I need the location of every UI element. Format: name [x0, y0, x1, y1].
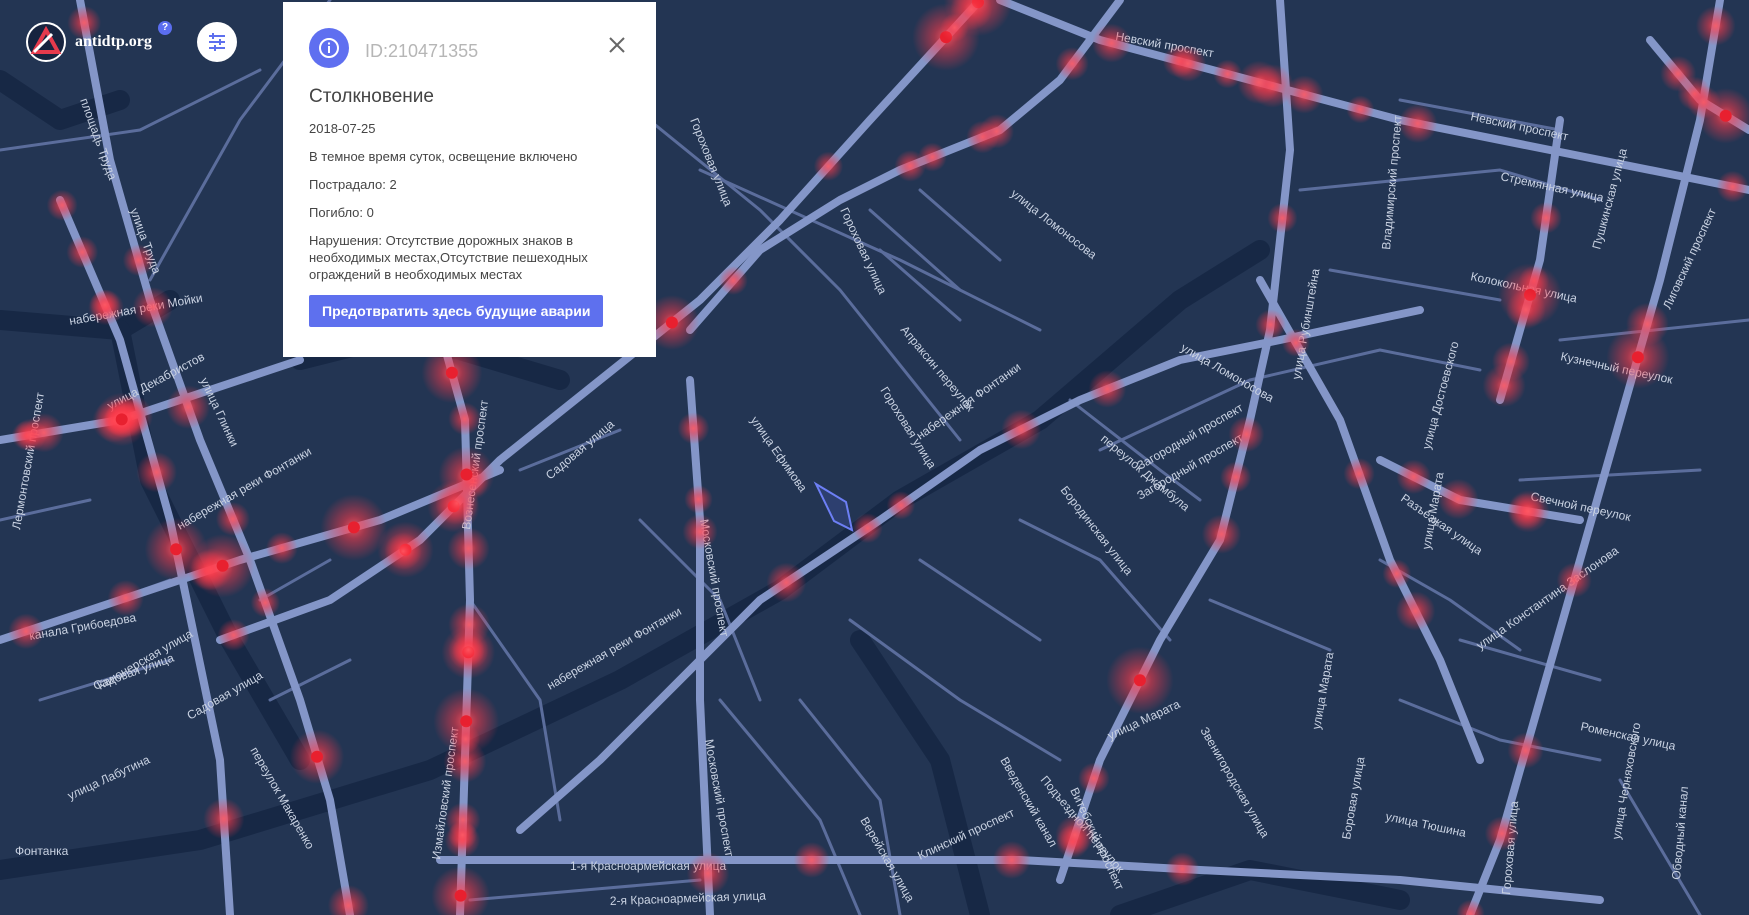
accident-hotspot[interactable] [1267, 203, 1298, 234]
accident-id: ID:210471355 [365, 40, 479, 61]
accident-hotspot[interactable] [1343, 457, 1375, 490]
close-icon[interactable] [608, 36, 626, 54]
accident-date: 2018-07-25 [309, 121, 376, 136]
accident-hotspot[interactable] [8, 613, 44, 650]
filter-button[interactable] [197, 22, 237, 62]
accident-hotspot-core [115, 413, 128, 426]
accident-hotspot[interactable] [1088, 370, 1127, 408]
accident-hotspot[interactable] [992, 841, 1031, 879]
accident-hotspot[interactable] [448, 629, 489, 671]
accident-hotspot[interactable] [1001, 409, 1042, 450]
accident-hotspot-core [1133, 674, 1146, 687]
accident-hotspot[interactable] [766, 562, 807, 603]
accident-hotspot[interactable] [107, 580, 144, 617]
accident-hotspot[interactable] [1220, 461, 1252, 493]
accident-popup: ID:210471355 Столкновение 2018-07-25 В т… [283, 2, 656, 357]
accident-hotspot[interactable] [447, 527, 490, 570]
accident-hotspot[interactable] [447, 820, 478, 850]
accident-hotspot[interactable] [122, 244, 155, 277]
accident-hotspot[interactable] [1507, 732, 1544, 769]
accident-hotspot[interactable] [1255, 309, 1286, 341]
accident-hotspot[interactable] [1395, 591, 1436, 631]
accident-hotspot[interactable] [1530, 202, 1562, 234]
accident-hotspot[interactable] [450, 724, 481, 754]
accident-hotspot[interactable] [203, 798, 245, 840]
accident-hotspot[interactable] [1228, 416, 1265, 453]
accident-type: Столкновение [309, 86, 434, 107]
violations-text: Нарушения: Отсутствие дорожных знаков в … [309, 233, 588, 282]
accident-hotspot[interactable] [1201, 514, 1242, 554]
accident-hotspot[interactable] [718, 266, 748, 295]
sliders-icon [209, 33, 225, 51]
accident-hotspot[interactable] [1055, 47, 1089, 81]
street-label: Фонтанка [15, 844, 69, 858]
accident-hotspot[interactable] [1437, 478, 1479, 520]
killed-count: Погибло: 0 [309, 205, 374, 220]
accident-hotspot[interactable] [136, 451, 177, 493]
accident-hotspot[interactable] [217, 619, 250, 651]
accident-hotspot[interactable] [1078, 762, 1110, 795]
accident-hotspot[interactable] [250, 588, 280, 618]
accident-hotspot[interactable] [1382, 559, 1412, 589]
accident-hotspot[interactable] [1484, 816, 1520, 851]
map-canvas[interactable]: Невский проспектНевский проспектнабережн… [0, 0, 1749, 915]
accident-hotspot[interactable] [1506, 490, 1550, 533]
accident-hotspot-core [170, 543, 183, 556]
accident-hotspot-core [445, 366, 458, 379]
accident-hotspot[interactable] [1556, 562, 1592, 598]
accident-hotspot[interactable] [24, 413, 64, 453]
help-icon[interactable]: ? [158, 21, 172, 35]
lighting-conditions: В темное время суток, освещение включено [309, 149, 578, 164]
injured-count: Пострадало: 2 [309, 177, 397, 192]
accident-hotspot[interactable] [917, 142, 947, 172]
accident-hotspot[interactable] [1506, 289, 1546, 330]
accident-hotspot[interactable] [1695, 5, 1736, 46]
app-name: antidtp.org [75, 33, 152, 50]
accident-hotspot[interactable] [813, 151, 844, 181]
accident-hotspot[interactable] [1716, 170, 1749, 203]
accident-hotspot[interactable] [448, 402, 482, 436]
accident-hotspot-core [1631, 351, 1644, 364]
accident-hotspot[interactable] [46, 189, 78, 221]
accident-hotspot[interactable] [66, 236, 99, 268]
accident-hotspot[interactable] [1091, 23, 1132, 63]
accident-hotspot[interactable] [684, 485, 713, 514]
accident-hotspot[interactable] [1213, 59, 1243, 89]
info-icon [309, 28, 349, 68]
accident-hotspot[interactable] [1165, 852, 1200, 886]
accident-hotspot-core [1719, 109, 1732, 122]
accident-hotspot[interactable] [793, 842, 830, 878]
accident-hotspot-core [347, 521, 360, 534]
accident-hotspot-core [454, 889, 467, 902]
accident-hotspot[interactable] [1281, 328, 1310, 357]
accident-hotspot[interactable] [215, 501, 250, 537]
accident-hotspot-core [216, 559, 229, 572]
accident-hotspot[interactable] [1482, 364, 1526, 408]
accident-hotspot-core [460, 468, 473, 481]
prevent-accidents-button[interactable]: Предотвратить здесь будущие аварии [309, 295, 604, 327]
app-logo[interactable]: antidtp.org [26, 22, 152, 62]
accident-hotspot[interactable] [265, 532, 298, 565]
accident-hotspot[interactable] [166, 385, 211, 429]
accident-hotspot[interactable] [1237, 60, 1281, 105]
accident-hotspot[interactable] [384, 532, 422, 570]
accident-hotspot[interactable] [682, 514, 718, 550]
accident-hotspot[interactable] [677, 412, 710, 445]
accident-hotspot[interactable] [852, 513, 883, 544]
accident-hotspot[interactable] [1055, 815, 1095, 855]
accident-hotspot[interactable] [979, 114, 1014, 149]
accident-hotspot[interactable] [89, 289, 121, 321]
accident-hotspot[interactable] [1398, 104, 1438, 144]
accident-hotspot[interactable] [132, 287, 173, 328]
accident-hotspot[interactable] [1396, 459, 1431, 495]
triangle-logo-icon [26, 22, 66, 62]
accident-hotspot-core [311, 750, 323, 763]
accident-hotspot-core [665, 316, 678, 329]
accident-hotspot[interactable] [1169, 45, 1207, 82]
accident-hotspot[interactable] [886, 491, 916, 520]
accident-hotspot[interactable] [686, 852, 730, 895]
accident-hotspot[interactable] [1346, 95, 1375, 124]
